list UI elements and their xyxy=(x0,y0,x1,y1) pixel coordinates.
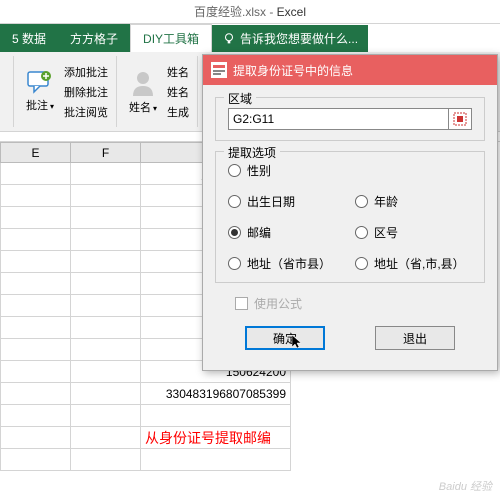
document-name: 百度经验.xlsx - Excel xyxy=(194,3,306,20)
bulb-icon xyxy=(222,32,236,46)
extract-id-dialog: 提取身份证号中的信息 区域 提取选项 性别 出生日期 年龄 邮编 区号 地址（省… xyxy=(202,54,498,371)
tab-diy-toolbox[interactable]: DIY工具箱 xyxy=(130,24,212,52)
dialog-title-text: 提取身份证号中的信息 xyxy=(233,62,353,79)
tab-ffgz[interactable]: 方方格子 xyxy=(58,24,130,52)
col-header-e[interactable]: E xyxy=(1,143,71,163)
note-cell[interactable]: 从身份证号提取邮编 xyxy=(141,427,291,449)
radio-birthdate[interactable]: 出生日期 xyxy=(228,193,345,210)
dialog-titlebar[interactable]: 提取身份证号中的信息 xyxy=(203,55,497,85)
range-picker-button[interactable] xyxy=(448,108,472,130)
ok-button[interactable]: 确定 xyxy=(245,326,325,350)
watermark: Baidu 经验 xyxy=(439,478,492,494)
use-formula-checkbox: 使用公式 xyxy=(235,295,485,312)
cursor-icon xyxy=(292,335,304,352)
region-fieldset: 区域 xyxy=(215,97,485,141)
person-icon xyxy=(129,68,157,99)
region-label: 区域 xyxy=(224,90,256,107)
radio-areacode[interactable]: 区号 xyxy=(355,224,472,241)
comment-icon xyxy=(26,70,54,97)
name-item-3[interactable]: 生成 xyxy=(165,103,191,121)
dialog-icon xyxy=(211,62,227,78)
checkbox-icon xyxy=(235,297,248,310)
tell-me[interactable]: 告诉我您想要做什么... xyxy=(212,25,368,52)
ribbon-group-comments: 批注 添加批注 删除批注 批注阅览 xyxy=(16,56,117,127)
range-input[interactable] xyxy=(228,108,448,130)
tab-data[interactable]: 5 数据 xyxy=(0,24,58,52)
radio-sex[interactable]: 性别 xyxy=(228,162,345,179)
cancel-button[interactable]: 退出 xyxy=(375,326,455,350)
cell-data[interactable]: 330483196807085399 xyxy=(141,383,291,405)
add-comment[interactable]: 添加批注 xyxy=(62,63,110,81)
ribbon-group-name: 姓名 姓名 姓名 生成 xyxy=(119,56,198,127)
name-button[interactable]: 姓名 xyxy=(125,56,161,127)
ribbon-tabs: 5 数据 方方格子 DIY工具箱 告诉我您想要做什么... xyxy=(0,24,500,52)
col-header-f[interactable]: F xyxy=(71,143,141,163)
radio-zip[interactable]: 邮编 xyxy=(228,224,345,241)
delete-comment[interactable]: 删除批注 xyxy=(62,83,110,101)
radio-address2[interactable]: 地址（省,市,县） xyxy=(355,255,472,272)
radio-address1[interactable]: 地址（省市县） xyxy=(228,255,345,272)
options-fieldset: 提取选项 性别 出生日期 年龄 邮编 区号 地址（省市县） 地址（省,市,县） xyxy=(215,151,485,283)
radio-age[interactable]: 年龄 xyxy=(355,193,472,210)
options-label: 提取选项 xyxy=(224,144,280,161)
browse-comments[interactable]: 批注阅览 xyxy=(62,103,110,121)
name-item-1[interactable]: 姓名 xyxy=(165,63,191,81)
ribbon-group-left xyxy=(0,56,14,127)
name-item-2[interactable]: 姓名 xyxy=(165,83,191,101)
comments-button[interactable]: 批注 xyxy=(22,56,58,127)
title-bar: 百度经验.xlsx - Excel xyxy=(0,0,500,24)
